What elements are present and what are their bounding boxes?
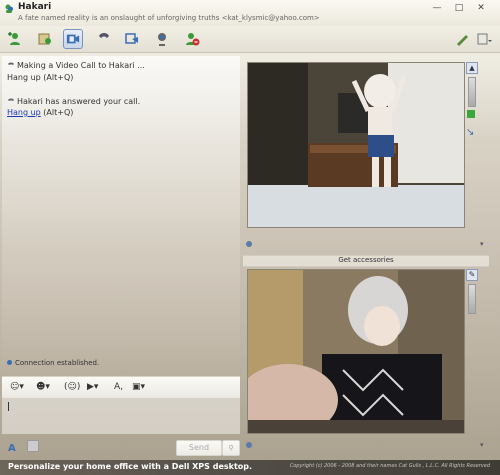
video-call-icon[interactable] — [63, 29, 83, 49]
ink-icon[interactable] — [26, 440, 39, 452]
font-button[interactable]: A — [8, 440, 39, 454]
camera-settings-icon[interactable]: ✎ — [466, 269, 478, 281]
connection-status: Connection established. — [7, 359, 99, 367]
share-icon[interactable] — [122, 29, 142, 49]
self-video — [247, 269, 465, 434]
get-accessories-link[interactable]: Get accessories — [243, 255, 489, 267]
mic-slider[interactable] — [468, 284, 476, 314]
background-icon[interactable]: ▣▾ — [132, 380, 145, 394]
call-icon — [8, 62, 14, 65]
message-1-text: Making a Video Call to Hakari ... — [17, 61, 145, 70]
send-button[interactable]: Send — [176, 440, 222, 456]
voice-clip-icon[interactable]: ▶▾ — [87, 380, 98, 394]
close-icon[interactable]: ✕ — [474, 2, 488, 14]
font-icon[interactable]: A‚ — [114, 380, 123, 394]
self-video-dropdown-icon[interactable]: ▾ — [480, 441, 484, 449]
expand-icon[interactable]: ↘ — [466, 128, 476, 138]
call-icon — [8, 98, 14, 101]
font-label: A — [8, 443, 16, 454]
ad-text: Personalize your home office with a Dell… — [8, 462, 253, 471]
self-video-frame — [248, 270, 464, 433]
minimize-icon[interactable]: — — [430, 2, 444, 14]
messenger-app-icon — [5, 4, 13, 13]
hang-up-shortcut: (Alt+Q) — [40, 108, 74, 117]
wink-icon[interactable]: ☻▾ — [36, 380, 50, 394]
remote-video-controls: ▲ ↘ — [466, 62, 478, 138]
webcam-icon[interactable] — [152, 29, 172, 49]
emoticon-icon[interactable]: ☺▾ — [10, 380, 24, 394]
send-files-icon[interactable] — [35, 29, 55, 49]
remote-video-options-icon[interactable] — [246, 241, 252, 247]
menu-icon[interactable] — [474, 29, 494, 49]
volume-slider[interactable] — [468, 77, 476, 107]
nudge-icon[interactable]: (☺) — [64, 380, 80, 394]
window-title: Hakari — [18, 2, 52, 12]
remote-video-frame — [248, 63, 464, 227]
message-2-text: Hakari has answered your call. — [17, 97, 141, 106]
format-toolbar: ☺▾ ☻▾ (☺) ▶▾ A‚ ▣▾ — [2, 376, 240, 398]
status-dot-icon — [7, 360, 12, 365]
text-caret — [8, 402, 9, 411]
message-1: Making a Video Call to Hakari ... — [7, 61, 145, 70]
title-bar: Hakari A fate named reality is an onslau… — [0, 0, 500, 26]
message-2: Hakari has answered your call. — [7, 97, 140, 106]
block-icon[interactable] — [182, 29, 202, 49]
self-video-options-icon[interactable] — [246, 442, 252, 448]
self-video-controls: ✎ — [466, 269, 478, 317]
remote-video-dropdown-icon[interactable]: ▾ — [480, 240, 484, 248]
search-button[interactable]: ⚲ — [222, 440, 240, 456]
message-2-action: Hang up (Alt+Q) — [7, 108, 73, 117]
message-input[interactable] — [2, 397, 240, 434]
volume-icon[interactable]: ▲ — [466, 62, 478, 74]
audio-level-icon — [467, 110, 475, 118]
toolbar — [0, 26, 500, 53]
ad-copyright: Copyright (c) 2006 - 2008 and their name… — [289, 463, 490, 469]
maximize-icon[interactable]: □ — [452, 2, 466, 14]
window-subtitle: A fate named reality is an onslaught of … — [18, 14, 320, 22]
ad-banner[interactable]: Personalize your home office with a Dell… — [0, 460, 500, 475]
message-1-action: Hang up (Alt+Q) — [7, 73, 74, 82]
messenger-window: Hakari A fate named reality is an onslau… — [0, 0, 500, 475]
status-text: Connection established. — [15, 359, 100, 367]
pen-icon[interactable] — [452, 29, 472, 49]
hang-up-link[interactable]: Hang up — [7, 108, 41, 117]
remote-video — [247, 62, 465, 228]
add-contact-icon[interactable] — [5, 29, 25, 49]
call-icon[interactable] — [94, 29, 114, 49]
